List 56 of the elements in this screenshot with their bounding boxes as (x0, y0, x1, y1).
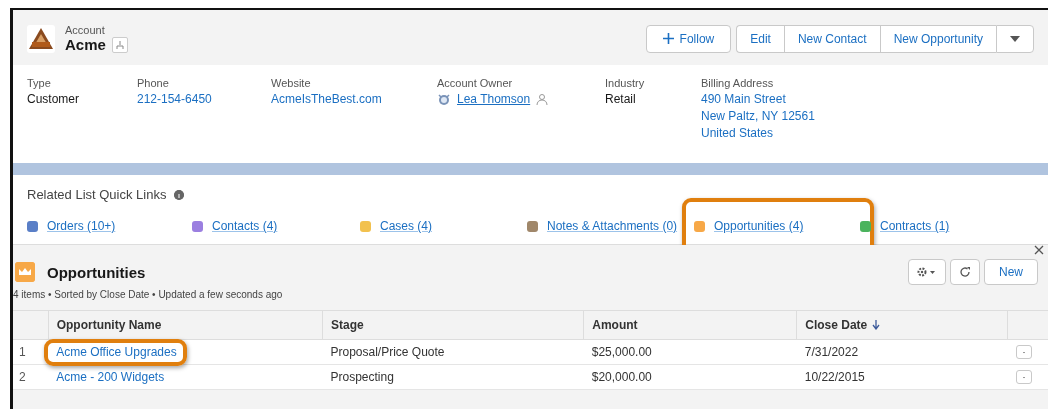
field-value: Customer (27, 92, 80, 106)
table-cell: 7/31/2022 (796, 339, 1008, 365)
column-header[interactable]: Opportunity Name (56, 318, 162, 332)
column-header[interactable]: Close Date (805, 318, 868, 332)
quick-link[interactable]: Contacts (4) (212, 219, 278, 233)
company-logo (27, 24, 55, 53)
new-button[interactable]: New (984, 259, 1038, 285)
table-cell: 10/22/2015 (796, 364, 1008, 390)
record-title: Acme (65, 36, 106, 53)
table-cell: $20,000.00 (583, 364, 797, 390)
record-link[interactable]: Acme Office Upgrades (56, 345, 177, 359)
row-number: 2 (13, 364, 49, 390)
object-type-label: Account (65, 24, 106, 36)
sort-arrow-icon[interactable] (872, 320, 881, 330)
field-link[interactable]: 212-154-6450 (137, 92, 271, 106)
quick-links-title: Related List Quick Links (27, 187, 167, 202)
field-label: Billing Address (701, 77, 775, 89)
action-button[interactable]: New Contact (783, 24, 880, 53)
field-label: Phone (137, 77, 170, 89)
field-link[interactable]: New Paltz, NY 12561 (701, 109, 821, 123)
field-link[interactable]: United States (701, 126, 821, 140)
quick-link[interactable]: Opportunities (4) (714, 219, 804, 233)
quick-link[interactable]: Contracts (1) (880, 219, 950, 233)
follow-button[interactable]: Follow (645, 24, 732, 53)
row-number: 1 (13, 339, 49, 365)
related-list-title: Opportunities (47, 263, 146, 281)
action-button[interactable]: New Opportunity (879, 24, 996, 53)
quick-link[interactable]: Cases (4) (380, 219, 432, 233)
action-button[interactable]: Edit (736, 24, 784, 53)
field-link[interactable]: 490 Main Street (701, 92, 821, 106)
settings-menu-button[interactable] (908, 259, 946, 285)
list-summary: 4 items • Sorted by Close Date • Updated a few seconds ago (13, 288, 284, 302)
field-value: Retail (605, 92, 637, 106)
field-label: Type (27, 77, 52, 89)
table-cell: Proposal/Price Quote (322, 339, 584, 365)
refresh-icon (959, 266, 971, 278)
change-owner-icon[interactable] (536, 93, 549, 105)
quick-link[interactable]: Notes & Attachments (0) (547, 219, 678, 233)
close-icon[interactable] (1034, 245, 1044, 255)
user-avatar-icon (437, 92, 451, 106)
field-label: Industry (605, 77, 646, 89)
more-actions-button[interactable] (996, 24, 1034, 53)
quick-link[interactable]: Orders (10+) (47, 219, 116, 233)
info-icon[interactable] (174, 189, 185, 200)
field-label: Account Owner (437, 77, 514, 89)
column-header[interactable]: Amount (592, 318, 638, 332)
gear-icon (917, 267, 937, 277)
plus-icon (662, 33, 674, 44)
field-label: Website (271, 77, 312, 89)
record-link[interactable]: Acme - 200 Widgets (56, 370, 165, 384)
field-link[interactable]: AcmeIsTheBest.com (271, 92, 437, 106)
table-cell: Prospecting (322, 364, 584, 390)
owner-link[interactable]: Lea Thomson (457, 92, 531, 106)
table-cell: $25,000.00 (583, 339, 797, 365)
refresh-button[interactable] (950, 259, 980, 285)
column-header[interactable]: Stage (330, 318, 364, 332)
